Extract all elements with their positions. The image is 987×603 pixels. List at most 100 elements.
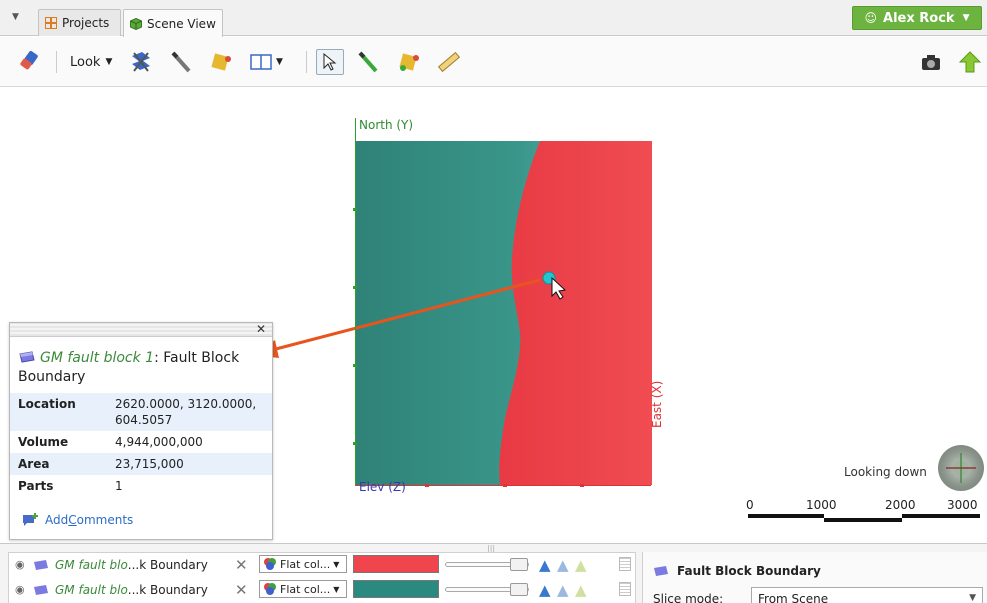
chevron-down-icon: ▼ — [276, 57, 283, 67]
slider-thumb[interactable] — [510, 558, 528, 571]
upload-arrow-icon — [958, 51, 982, 73]
list-properties-icon[interactable] — [619, 557, 631, 571]
play-triangle-icon[interactable]: ▲ — [575, 581, 587, 599]
east-axis-label: East (X) — [650, 380, 664, 428]
play-triangle-icon[interactable]: ▲ — [557, 556, 569, 574]
eraser-icon — [20, 51, 38, 70]
ruler-button[interactable] — [436, 49, 462, 75]
close-icon[interactable]: ✕ — [256, 322, 266, 336]
north-axis-tick — [353, 364, 357, 367]
shape-name: GM fault blo...k Boundary — [55, 558, 208, 572]
toolbar-separator — [56, 51, 57, 73]
prop-key: Area — [18, 457, 50, 471]
table-row: Volume 4,944,000,000 — [10, 431, 272, 453]
prop-key: Parts — [18, 479, 54, 493]
slice-mode-select[interactable]: From Scene ▼ — [751, 587, 983, 603]
compass-icon — [946, 453, 976, 483]
eye-visibility-icon[interactable]: ◉ — [15, 558, 25, 571]
scale-label-2000: 2000 — [885, 498, 916, 512]
play-triangle-icon[interactable]: ▲ — [539, 581, 551, 599]
slice-tool-button[interactable] — [128, 49, 154, 75]
scale-bar-segment — [748, 514, 824, 518]
measure-line-button[interactable] — [356, 49, 382, 75]
remove-icon[interactable]: ✕ — [235, 581, 248, 599]
ruler-icon — [437, 51, 461, 73]
list-item[interactable]: ◉ GM fault blo...k Boundary ✕ Flat col..… — [9, 553, 637, 576]
colour-circles-icon — [264, 583, 276, 595]
north-axis-tick — [353, 442, 357, 445]
colour-swatch[interactable] — [353, 555, 439, 573]
tab-menu-chevron-icon[interactable]: ▼ — [12, 12, 19, 22]
look-dropdown[interactable]: Look ▼ — [70, 49, 112, 75]
object-type: : Fault Block — [154, 350, 240, 366]
surface-object-icon — [34, 584, 48, 595]
slice-plane-icon — [132, 52, 150, 72]
draw-line-button[interactable] — [169, 49, 195, 75]
surface-object-icon — [19, 351, 35, 363]
chevron-down-icon: ▼ — [969, 593, 976, 603]
select-tool-button[interactable] — [316, 49, 344, 75]
north-axis-tick — [353, 286, 357, 289]
north-axis-label: North (Y) — [359, 118, 414, 132]
eraser-button[interactable] — [18, 49, 44, 75]
tab-scene-view-label: Scene View — [147, 16, 216, 31]
properties-table: Location 2620.0000, 3120.0000, 604.5057 … — [10, 393, 272, 497]
puzzle-green-icon — [399, 53, 419, 71]
scale-label-3000: 3000 — [947, 498, 978, 512]
look-label: Look — [70, 54, 101, 70]
prop-value: 1 — [115, 479, 123, 493]
projects-grid-icon — [45, 17, 57, 29]
cursor-arrow-icon — [323, 53, 337, 71]
chevron-down-icon: ▼ — [333, 559, 340, 569]
scene-toolbar: Look ▼ ▼ — [0, 37, 987, 87]
scale-bar-segment — [824, 518, 902, 522]
shape-name-prefix: GM fault blo — [55, 557, 128, 572]
properties-title: Fault Block Boundary — [653, 564, 821, 578]
list-properties-icon[interactable] — [619, 582, 631, 596]
scale-bar-segment — [902, 514, 980, 518]
upload-button[interactable] — [958, 49, 982, 75]
pencil-icon — [171, 51, 191, 73]
prop-key: Volume — [18, 435, 69, 449]
opacity-slider[interactable] — [445, 558, 529, 571]
slice-mode-value: From Scene — [758, 592, 829, 603]
screenshot-button[interactable] — [920, 49, 942, 75]
play-triangle-icon[interactable]: ▲ — [575, 556, 587, 574]
prop-value: 2620.0000, 3120.0000, 604.5057 — [115, 397, 257, 427]
scene-cube-icon — [130, 17, 142, 30]
north-axis — [355, 118, 356, 486]
add-comments-link[interactable]: Add Comments — [22, 513, 133, 527]
puzzle-tool-button[interactable] — [208, 49, 234, 75]
green-puzzle-button[interactable] — [396, 49, 422, 75]
colour-mode-select[interactable]: Flat col... ▼ — [259, 580, 347, 598]
play-triangle-icon[interactable]: ▲ — [539, 556, 551, 574]
colour-mode-value: Flat col... — [280, 557, 331, 571]
colour-swatch[interactable] — [353, 580, 439, 598]
bottom-panel: ||| ◉ GM fault blo...k Boundary ✕ Flat c… — [0, 543, 987, 603]
tab-projects[interactable]: Projects — [38, 9, 121, 36]
slider-thumb[interactable] — [510, 583, 528, 596]
remove-icon[interactable]: ✕ — [235, 556, 248, 574]
user-account-button[interactable]: ☺ Alex Rock ▼ — [852, 6, 982, 30]
list-item[interactable]: ◉ GM fault blo...k Boundary ✕ Flat col..… — [9, 578, 637, 601]
properties-panel: Fault Block Boundary Slice mode: From Sc… — [642, 552, 987, 603]
play-triangle-icon[interactable]: ▲ — [557, 581, 569, 599]
prop-key: Location — [18, 397, 76, 411]
popup-drag-handle[interactable]: ✕ — [10, 322, 272, 337]
tab-projects-label: Projects — [62, 16, 110, 30]
scale-label-0: 0 — [746, 498, 754, 512]
colour-mode-select[interactable]: Flat col... ▼ — [259, 555, 347, 573]
shape-name-prefix: GM fault blo — [55, 582, 128, 597]
table-row: Area 23,715,000 — [10, 453, 272, 475]
view-compass[interactable] — [938, 445, 984, 491]
object-type-line-2: Boundary — [18, 369, 86, 385]
eye-visibility-icon[interactable]: ◉ — [15, 583, 25, 596]
tab-scene-view[interactable]: Scene View — [123, 9, 223, 37]
opacity-slider[interactable] — [445, 583, 529, 596]
properties-title-text: Fault Block Boundary — [677, 564, 821, 578]
shape-name: GM fault blo...k Boundary — [55, 583, 208, 597]
layout-dropdown-button[interactable]: ▼ — [250, 49, 283, 75]
east-axis-tick — [425, 484, 429, 487]
chevron-down-icon: ▼ — [333, 584, 340, 594]
split-view-icon — [250, 54, 272, 70]
